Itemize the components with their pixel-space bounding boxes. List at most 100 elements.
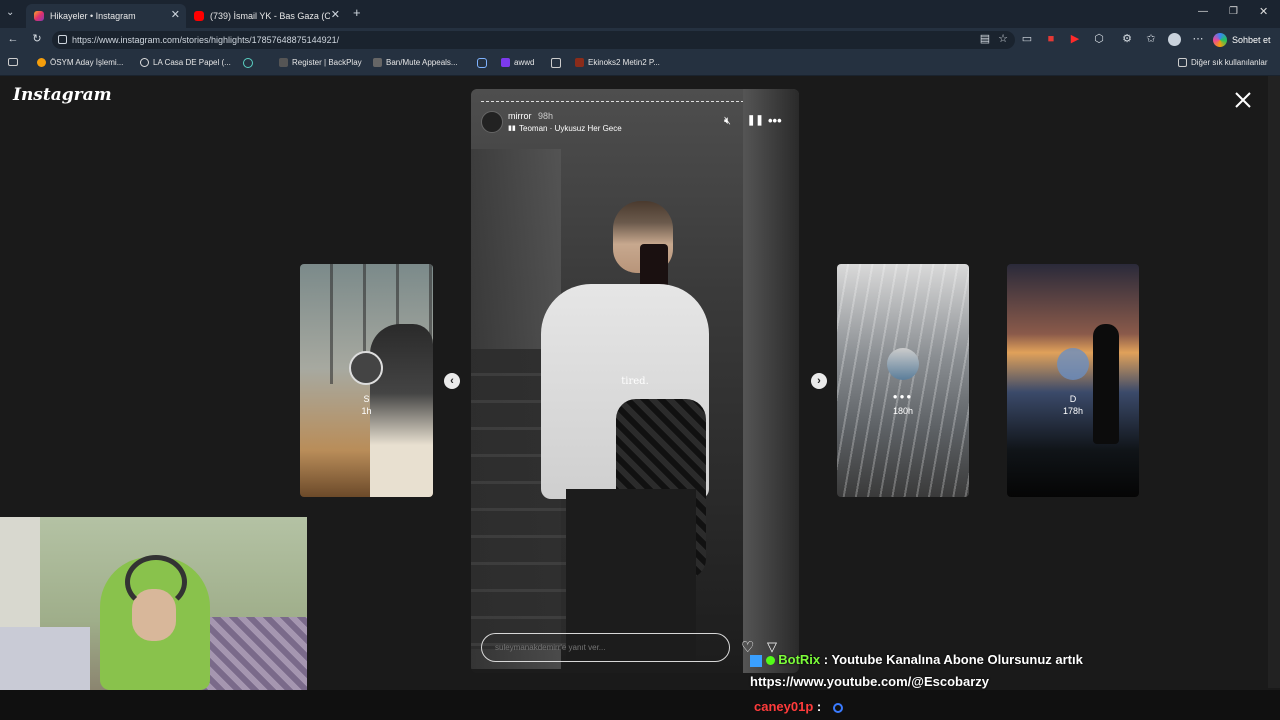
extensions-puzzle-icon[interactable]: ⬡ <box>1093 33 1105 45</box>
tab-list-icon[interactable]: ⌄ <box>6 7 14 18</box>
close-window-icon[interactable]: ✕ <box>1259 5 1268 18</box>
copilot-label: Sohbet et <box>1232 35 1271 45</box>
globe-icon <box>140 58 149 67</box>
split-screen-icon[interactable]: ⚙ <box>1121 33 1133 45</box>
copilot-button[interactable]: Sohbet et <box>1213 31 1271 49</box>
favorite-star-icon[interactable]: ☆ <box>997 33 1009 45</box>
instagram-logo[interactable]: Instagram <box>13 85 112 105</box>
bookmark-label: Ban/Mute Appeals... <box>386 58 458 67</box>
bookmark-shield-icon[interactable] <box>477 58 487 68</box>
bookmark-app-icon[interactable] <box>243 58 253 68</box>
story-reply-input[interactable] <box>481 633 730 662</box>
wardrobe <box>0 517 40 637</box>
refresh-icon[interactable]: ↻ <box>31 33 43 45</box>
url-text: https://www.instagram.com/stories/highli… <box>72 35 340 45</box>
extension-red-icon[interactable]: ■ <box>1045 33 1057 45</box>
bookmark-ekinoks[interactable]: Ekinoks2 Metin2 P... <box>575 58 660 67</box>
profile-avatar[interactable] <box>1168 33 1181 46</box>
stream-overlay-bar <box>0 690 1280 720</box>
youtube-favicon-icon <box>194 11 204 21</box>
back-icon[interactable]: ← <box>7 33 19 45</box>
bookmark-label: awwd <box>514 58 535 67</box>
favorites-icon[interactable]: ✩ <box>1145 33 1157 45</box>
bookmark-note-icon[interactable] <box>551 58 561 68</box>
previous-story-button[interactable]: ‹ <box>444 373 460 389</box>
story-author-avatar[interactable] <box>481 111 503 133</box>
awwd-icon <box>501 58 510 67</box>
verified-badge-icon <box>765 656 775 666</box>
bookmark-banmute[interactable]: Ban/Mute Appeals... <box>373 58 458 67</box>
bookmark-awwd[interactable]: awwd <box>501 58 534 67</box>
pause-icon[interactable]: ❚❚ <box>747 115 764 126</box>
architecture-decor <box>837 264 969 497</box>
story-username[interactable]: mirror <box>508 111 532 121</box>
minimize-icon[interactable]: — <box>1198 6 1208 17</box>
ekinoks-icon <box>575 58 584 67</box>
site-info-icon[interactable] <box>58 35 67 44</box>
story-time-label: 180h <box>892 406 914 416</box>
bed <box>0 627 90 690</box>
mute-icon[interactable]: 🔇︎ <box>724 115 731 128</box>
more-options-icon[interactable]: ••• <box>768 113 782 128</box>
tab-youtube[interactable]: (739) İsmail YK - Bas Gaza (Official ✕ <box>186 4 346 28</box>
reader-icon[interactable]: ▤ <box>979 33 991 45</box>
headphones <box>125 555 187 609</box>
instagram-favicon-icon <box>34 11 44 21</box>
tab-title: Hikayeler • Instagram <box>50 11 136 21</box>
tab-title: (739) İsmail YK - Bas Gaza (Official <box>210 11 330 21</box>
folder-icon <box>1178 58 1187 67</box>
close-story-icon[interactable] <box>1233 90 1253 110</box>
story-user-label: D <box>1069 394 1077 404</box>
story-music[interactable]: Teoman · Uykusuz Her Gece <box>519 124 622 133</box>
loading-dots: ●●● <box>892 392 914 401</box>
avatar <box>887 348 919 380</box>
extension-icon[interactable]: ▭ <box>1021 33 1033 45</box>
avatar <box>1057 348 1089 380</box>
address-bar[interactable]: https://www.instagram.com/stories/highli… <box>52 31 1015 49</box>
story-preview-left[interactable]: S 1h <box>300 264 433 497</box>
chat-username: caney01p <box>754 699 814 714</box>
bookmark-label: Register | BackPlay <box>292 58 362 67</box>
avatar <box>349 351 383 385</box>
bookmark-label: Diğer sık kullanılanlar <box>1191 58 1268 67</box>
copilot-icon <box>1213 33 1227 47</box>
bookmarks-menu-icon[interactable] <box>8 58 18 66</box>
tab-instagram[interactable]: Hikayeler • Instagram ✕ <box>26 4 186 28</box>
bookmark-osym[interactable]: ÖSYM Aday İşlemi... <box>37 58 123 67</box>
blanket <box>200 617 307 690</box>
bookmark-label: LA Casa DE Papel (... <box>153 58 231 67</box>
story-time: 98h <box>538 111 554 121</box>
next-story-button[interactable]: › <box>811 373 827 389</box>
chat-message: : Youtube Kanalına Abone Olursunuz artık <box>823 652 1083 667</box>
new-tab-button[interactable]: + <box>353 5 361 20</box>
page-scrollbar[interactable] <box>1268 76 1280 688</box>
bookmark-backplay[interactable]: Register | BackPlay <box>279 58 362 67</box>
emote-icon <box>832 702 843 713</box>
bookmark-lacasa[interactable]: LA Casa DE Papel (... <box>140 58 231 67</box>
chat-username: BotRix <box>778 652 821 667</box>
silhouette-figure <box>1093 324 1119 444</box>
story-preview-right-2[interactable]: D 178h <box>1007 264 1139 497</box>
chat-separator: : <box>816 699 822 714</box>
close-tab-icon[interactable]: ✕ <box>331 8 340 21</box>
browser-tab-bar: ⌄ Hikayeler • Instagram ✕ (739) İsmail Y… <box>0 0 1280 28</box>
close-tab-icon[interactable]: ✕ <box>171 8 180 21</box>
banmute-icon <box>373 58 382 67</box>
chat-badge-icon <box>750 654 762 667</box>
chat-line-link: https://www.youtube.com/@Escobarzy <box>750 674 990 689</box>
story-time-label: 1h <box>361 406 372 416</box>
story-user-label: S <box>363 394 370 404</box>
story-viewer[interactable]: mirror 98h ▮▮ Teoman · Uykusuz Her Gece … <box>471 89 799 673</box>
youtube-extension-icon[interactable]: ▶ <box>1069 33 1081 45</box>
maximize-icon[interactable]: ❐ <box>1229 6 1238 17</box>
osym-icon <box>37 58 46 67</box>
story-time-label: 178h <box>1062 406 1084 416</box>
bookmark-label: ÖSYM Aday İşlemi... <box>50 58 124 67</box>
backplay-icon <box>279 58 288 67</box>
story-preview-right-1[interactable]: ●●● 180h <box>837 264 969 497</box>
bookmark-other-folder[interactable]: Diğer sık kullanılanlar <box>1178 58 1267 67</box>
chat-line-caney: caney01p : <box>754 699 843 714</box>
more-menu-icon[interactable]: ⋯ <box>1192 33 1204 45</box>
music-icon: ▮▮ <box>508 125 516 132</box>
chat-line-botrix: BotRix : Youtube Kanalına Abone Olursunu… <box>750 652 1083 667</box>
